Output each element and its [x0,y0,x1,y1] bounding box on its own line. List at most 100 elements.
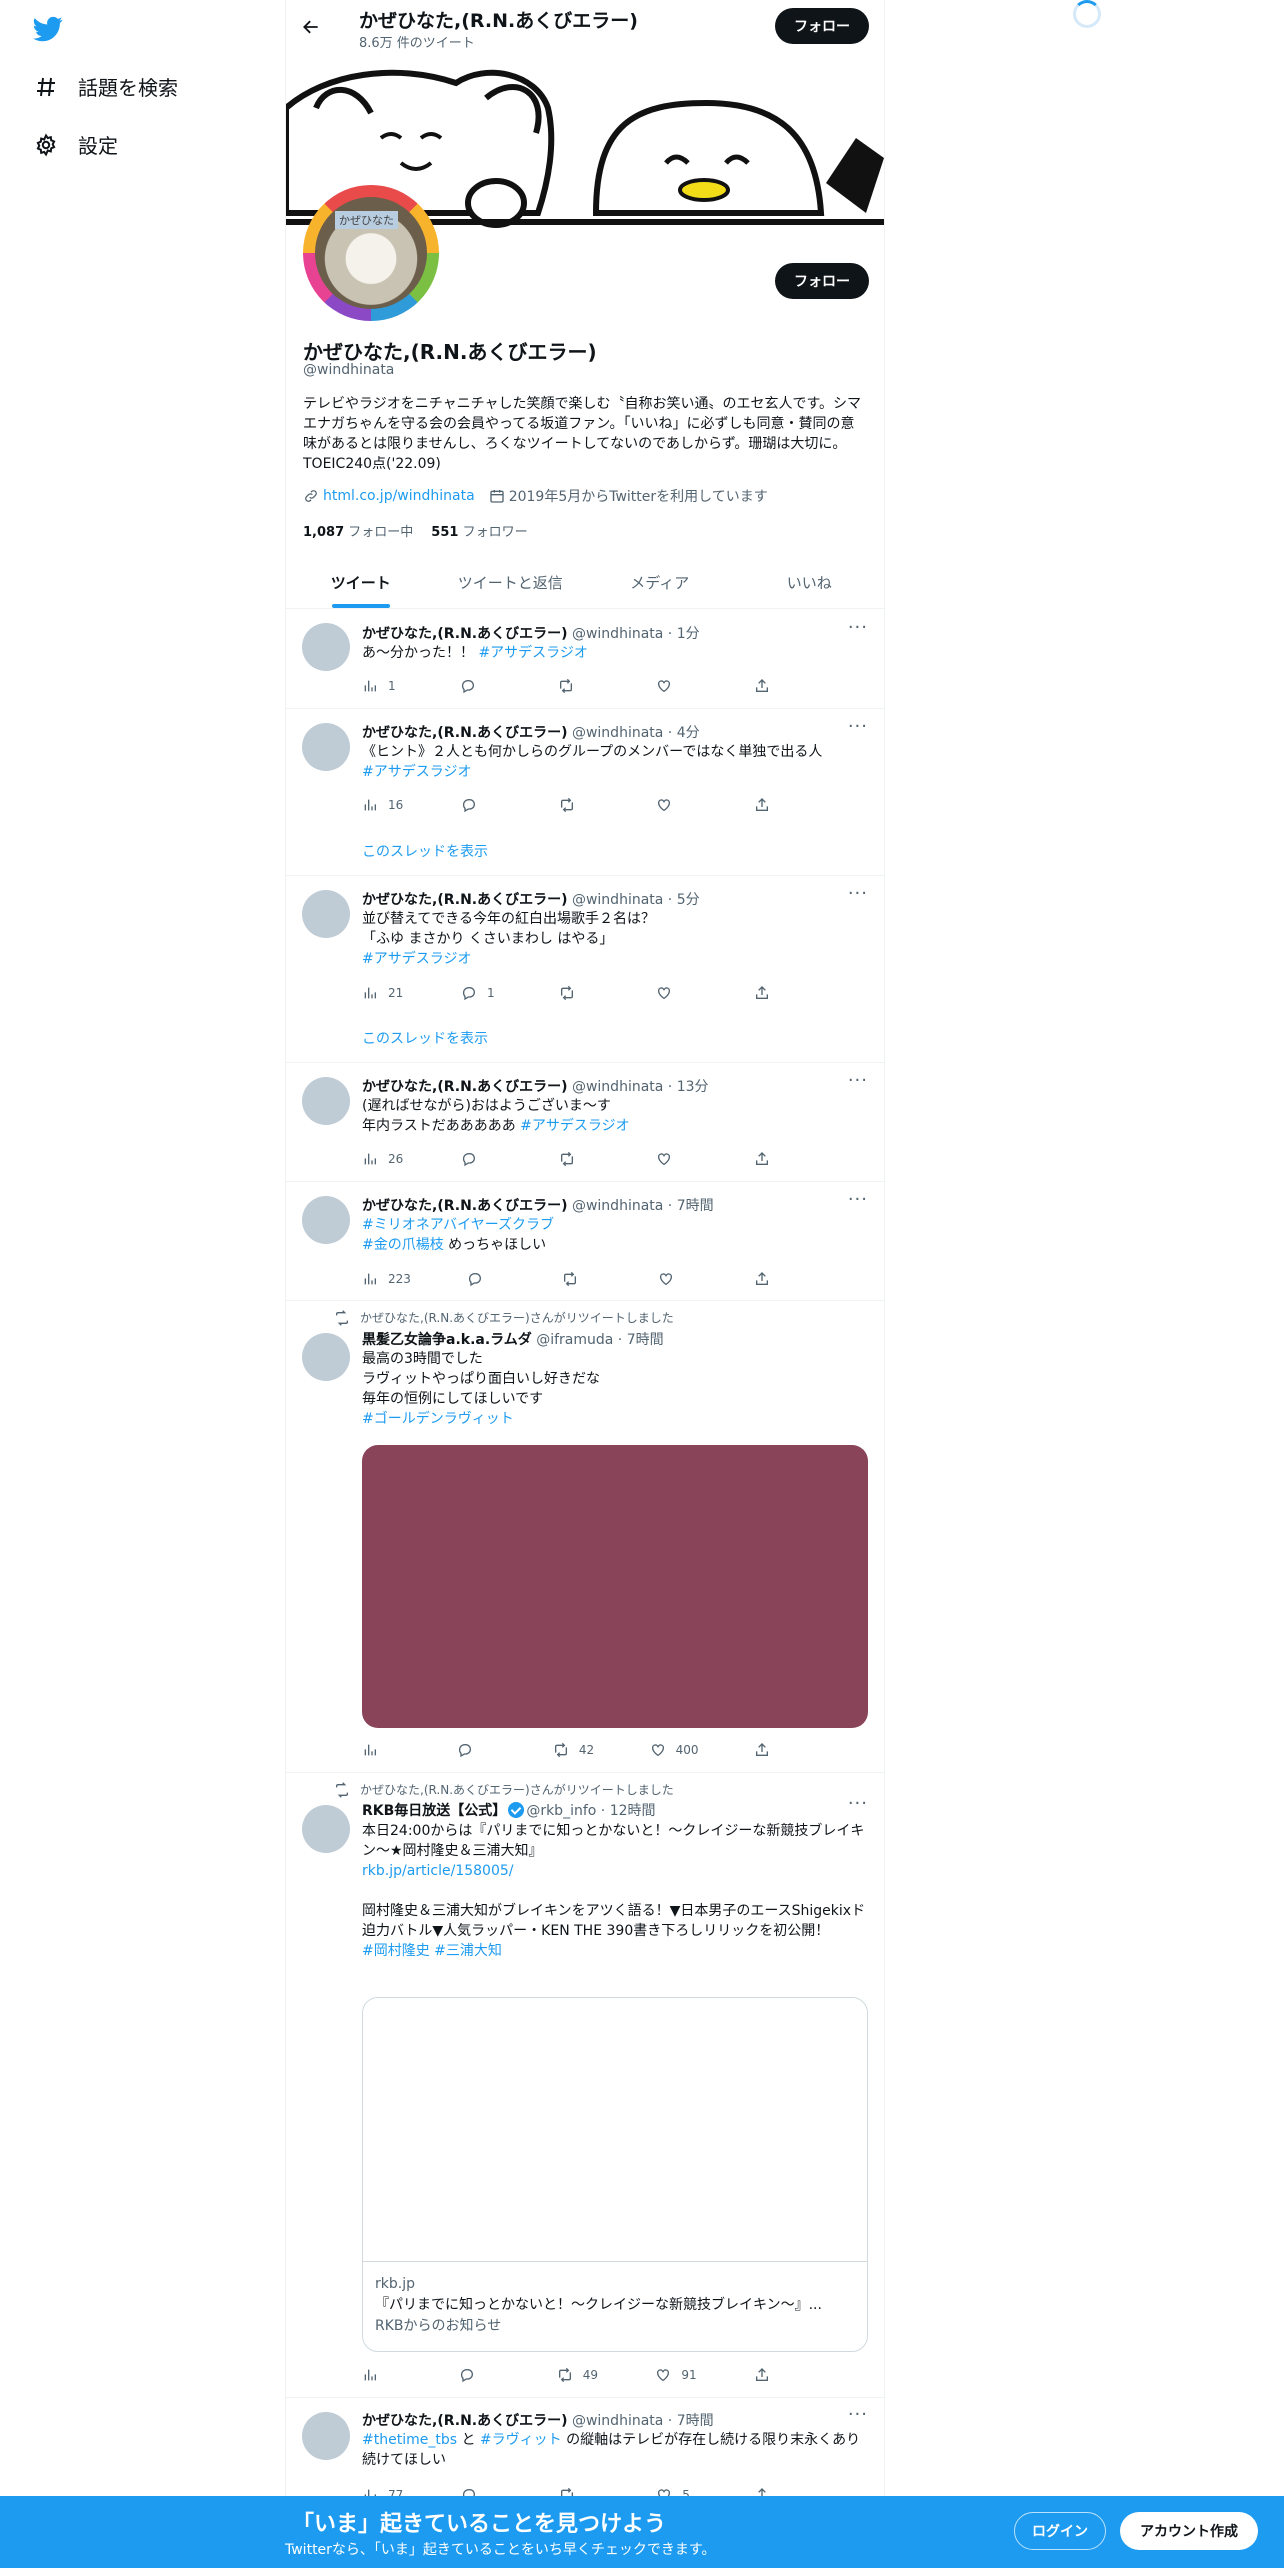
tab-media[interactable]: メディア [585,556,735,608]
tweet[interactable]: かぜひなた,(R.N.あくびエラー) @windhinata · 4分 ··· … [286,709,884,876]
tweet-handle[interactable]: @windhinata [572,626,663,642]
hashtag[interactable]: #thetime_tbs [362,2432,457,2448]
retweet-action[interactable] [558,675,598,697]
profile-link[interactable]: html.co.jp/windhinata [303,488,475,504]
tweet-time[interactable]: 7時間 [627,1332,664,1348]
tweet-author[interactable]: RKB毎日放送【公式】 [362,1803,506,1819]
heart-action[interactable] [656,794,696,816]
tweet-author[interactable]: かぜひなた,(R.N.あくびエラー) [362,725,568,741]
tweet-time[interactable]: 7時間 [677,2413,714,2429]
hashtag[interactable]: #アサデスラジオ [362,764,471,780]
tweet-time[interactable]: 13分 [677,1079,709,1095]
tweet-handle[interactable]: @windhinata [572,2413,663,2429]
retweet-action[interactable] [559,794,599,816]
profile-avatar[interactable]: かぜひなた [303,185,439,321]
share-action[interactable] [754,2364,794,2386]
share-action[interactable] [754,1148,794,1170]
avatar[interactable] [302,1196,350,1244]
tweet-author[interactable]: かぜひなた,(R.N.あくびエラー) [362,2413,568,2429]
share-action[interactable] [754,1739,794,1761]
more-icon[interactable]: ··· [848,1189,868,1210]
signup-button[interactable]: アカウント作成 [1120,2512,1258,2550]
more-icon[interactable]: ··· [848,1070,868,1091]
tweet-time[interactable]: 12時間 [610,1803,656,1819]
reply-action[interactable]: 1 [461,982,501,1004]
reply-action[interactable] [461,1148,501,1170]
tweet-media-image[interactable] [362,1445,868,1728]
hashtag[interactable]: #アサデスラジオ [520,1118,629,1134]
twitter-bird-icon[interactable] [31,14,65,44]
tweet-handle[interactable]: @windhinata [572,892,663,908]
tab-likes[interactable]: いいね [735,556,885,608]
avatar[interactable] [302,723,350,771]
avatar[interactable] [302,1805,350,1853]
tweet[interactable]: かぜひなた,(R.N.あくびエラー) @windhinata · 5分 ··· … [286,876,884,1063]
more-icon[interactable]: ··· [848,617,868,638]
avatar[interactable] [302,890,350,938]
tweet[interactable]: かぜひなた,(R.N.あくびエラー) @windhinata · 7時間 ···… [286,1182,884,1301]
tweet-handle[interactable]: @windhinata [572,1198,663,1214]
tweet-handle[interactable]: @windhinata [572,1079,663,1095]
more-icon[interactable]: ··· [848,716,868,737]
tweet-time[interactable]: 4分 [677,725,700,741]
tweet-author[interactable]: かぜひなた,(R.N.あくびエラー) [362,1198,568,1214]
following-stat[interactable]: 1,087 フォロー中 [303,521,413,540]
avatar[interactable] [302,1077,350,1125]
hashtag[interactable]: #金の爪楊枝 [362,1237,444,1253]
reply-action[interactable] [467,1268,507,1290]
followers-stat[interactable]: 551 フォロワー [431,521,527,540]
nav-explore[interactable]: 話題を検索 [34,72,178,101]
reply-action[interactable] [457,1739,497,1761]
tweet[interactable]: かぜひなた,(R.N.あくびエラー)さんがリツイートしました 黒髪乙女論争a.k… [286,1301,884,1773]
share-action[interactable] [754,1268,794,1290]
tweet-author[interactable]: 黒髪乙女論争a.k.a.ラムダ [362,1332,532,1348]
hashtag[interactable]: #ミリオネアバイヤーズクラブ [362,1217,554,1233]
tweet-link[interactable]: rkb.jp/article/158005/ [362,1863,513,1879]
profile-link-text[interactable]: html.co.jp/windhinata [323,488,475,504]
views-action[interactable]: 16 [362,794,403,816]
hashtag[interactable]: #アサデスラジオ [478,645,587,661]
hashtag[interactable]: #ラヴィット [480,2432,562,2448]
reply-action[interactable] [461,794,501,816]
views-action[interactable] [362,1739,402,1761]
share-action[interactable] [754,982,794,1004]
more-icon[interactable]: ··· [848,883,868,904]
login-button[interactable]: ログイン [1014,2512,1106,2550]
retweet-action[interactable]: 49 [557,2364,598,2386]
retweet-action[interactable]: 42 [553,1739,594,1761]
follow-button[interactable]: フォロー [775,263,869,299]
tweet[interactable]: かぜひなた,(R.N.あくびエラー) @windhinata · 1分 ··· … [286,609,884,709]
tab-tweets[interactable]: ツイート [286,556,436,608]
tweet-handle[interactable]: @windhinata [572,725,663,741]
tweet-time[interactable]: 7時間 [677,1198,714,1214]
heart-action[interactable]: 400 [650,1739,699,1761]
heart-action[interactable] [656,1148,696,1170]
heart-action[interactable]: 91 [655,2364,697,2386]
tweet-author[interactable]: かぜひなた,(R.N.あくびエラー) [362,1079,568,1095]
tab-tweets-and-replies[interactable]: ツイートと返信 [436,556,586,608]
views-action[interactable]: 26 [362,1148,403,1170]
retweet-action[interactable] [562,1268,602,1290]
heart-action[interactable] [656,982,696,1004]
retweet-action[interactable] [559,982,599,1004]
tweet-time[interactable]: 5分 [677,892,700,908]
avatar[interactable] [302,2412,350,2460]
more-icon[interactable]: ··· [848,1793,868,1814]
heart-action[interactable] [658,1268,698,1290]
share-action[interactable] [754,675,794,697]
tweet-author[interactable]: かぜひなた,(R.N.あくびエラー) [362,892,568,908]
views-action[interactable]: 223 [362,1268,411,1290]
heart-action[interactable] [656,675,696,697]
back-button[interactable] [296,12,326,42]
views-action[interactable]: 1 [362,675,402,697]
share-action[interactable] [754,794,794,816]
views-action[interactable]: 21 [362,982,403,1004]
avatar[interactable] [302,1333,350,1381]
header-follow-button[interactable]: フォロー [775,8,869,44]
tweet[interactable]: かぜひなた,(R.N.あくびエラー)さんがリツイートしました RKB毎日放送【公… [286,1773,884,2398]
tweet-author[interactable]: かぜひなた,(R.N.あくびエラー) [362,626,568,642]
avatar[interactable] [302,623,350,671]
tweet-time[interactable]: 1分 [677,626,700,642]
tweet-handle[interactable]: @rkb_info [526,1803,596,1819]
reply-action[interactable] [460,675,500,697]
